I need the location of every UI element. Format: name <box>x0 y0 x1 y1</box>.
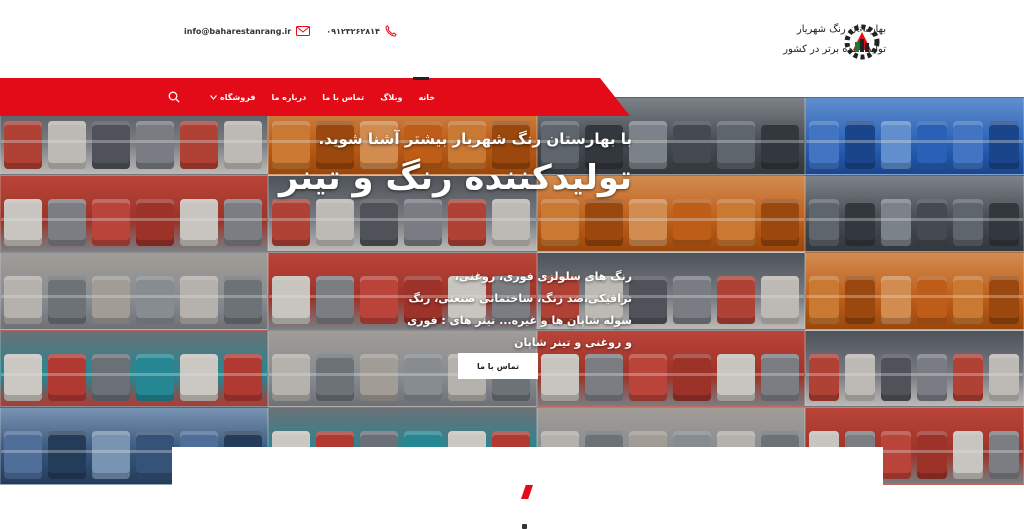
nav-item-label[interactable]: وبلاگ <box>380 93 402 102</box>
nav-item-blog[interactable]: وبلاگ <box>380 93 402 102</box>
phone-icon <box>385 25 397 37</box>
nav-item-contact[interactable]: تماس با ما <box>322 93 364 102</box>
nav-item-label[interactable]: درباره ما <box>271 93 306 102</box>
chevron-down-icon <box>210 94 217 100</box>
phone-text[interactable]: ۰۹۱۲۳۲۶۲۸۱۴ <box>326 27 380 36</box>
email-contact[interactable]: info@baharestanrang.ir <box>184 26 311 36</box>
accent-decoration <box>521 485 533 499</box>
hero-title: تولیدکننده رنگ و تینر <box>278 158 632 198</box>
nav-item-shop[interactable]: فروشگاه <box>210 93 255 102</box>
nav-item-home[interactable]: خانه <box>418 93 435 102</box>
content-card <box>172 447 883 487</box>
header-contacts: info@baharestanrang.ir ۰۹۱۲۳۲۶۲۸۱۴ <box>184 22 397 40</box>
dot-decoration <box>522 524 527 529</box>
nav-item-label[interactable]: تماس با ما <box>322 93 364 102</box>
gear-factory-logo[interactable] <box>838 24 886 60</box>
site-header: info@baharestanrang.ir ۰۹۱۲۳۲۶۲۸۱۴ بهارس… <box>0 0 1024 78</box>
mail-icon <box>296 26 311 36</box>
hero-subtitle: با بهارستان رنگ شهریار بیشتر آشنا شوید. <box>318 130 633 148</box>
nav-item-label[interactable]: خانه <box>418 93 435 102</box>
nav-item-about[interactable]: درباره ما <box>271 93 306 102</box>
main-nav: فروشگاه درباره ما تماس با ما وبلاگ خانه <box>168 78 435 116</box>
contact-us-button[interactable]: تماس با ما <box>458 353 538 379</box>
hero-description: رنگ های سلولزی فوری، روغنی، ترافیکی،ضد ز… <box>407 270 632 349</box>
phone-contact[interactable]: ۰۹۱۲۳۲۶۲۸۱۴ <box>326 25 397 37</box>
nav-item-label[interactable]: فروشگاه <box>220 93 255 102</box>
email-text[interactable]: info@baharestanrang.ir <box>184 27 291 36</box>
search-icon[interactable] <box>168 91 180 103</box>
